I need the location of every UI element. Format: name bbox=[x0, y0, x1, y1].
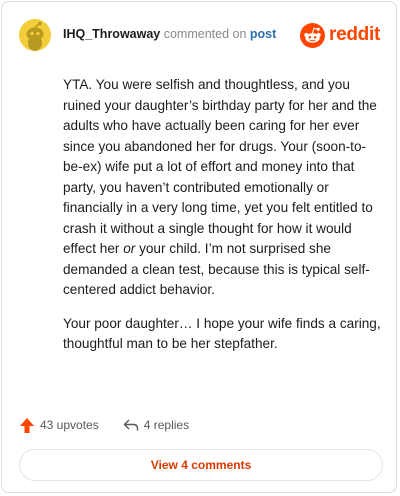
view-comments-button[interactable]: View 4 comments bbox=[19, 449, 383, 481]
replies-count: 4 replies bbox=[143, 418, 190, 432]
comment-paragraph-1: YTA. You were selfish and thoughtless, a… bbox=[63, 75, 385, 301]
upvotes-stat[interactable]: 43 upvotes bbox=[19, 417, 99, 434]
comment-stats: 43 upvotes 4 replies bbox=[19, 415, 213, 435]
commented-on-label: commented on bbox=[163, 27, 247, 41]
comment-meta: IHQ_Throwaway commented on post bbox=[63, 27, 276, 41]
comment-header: IHQ_Throwaway commented on post reddit bbox=[19, 19, 380, 51]
username-link[interactable]: IHQ_Throwaway bbox=[63, 27, 160, 41]
reply-arrow-icon bbox=[123, 419, 138, 431]
comment-text-part: YTA. You were selfish and thoughtless, a… bbox=[63, 77, 377, 256]
upvotes-count: 43 upvotes bbox=[40, 418, 99, 432]
upvote-arrow-icon bbox=[20, 417, 34, 433]
post-link[interactable]: post bbox=[250, 27, 276, 41]
user-avatar-icon[interactable] bbox=[19, 19, 51, 51]
reddit-wordmark: reddit bbox=[329, 24, 380, 45]
comment-card: IHQ_Throwaway commented on post reddit Y… bbox=[1, 1, 397, 493]
comment-emphasis: or bbox=[123, 241, 136, 256]
comment-paragraph-2: Your poor daughter… I hope your wife fin… bbox=[63, 315, 381, 352]
replies-stat[interactable]: 4 replies bbox=[123, 418, 189, 432]
comment-body: YTA. You were selfish and thoughtless, a… bbox=[63, 75, 385, 368]
reddit-brand[interactable]: reddit bbox=[300, 22, 380, 48]
reddit-logo-icon bbox=[300, 22, 326, 48]
